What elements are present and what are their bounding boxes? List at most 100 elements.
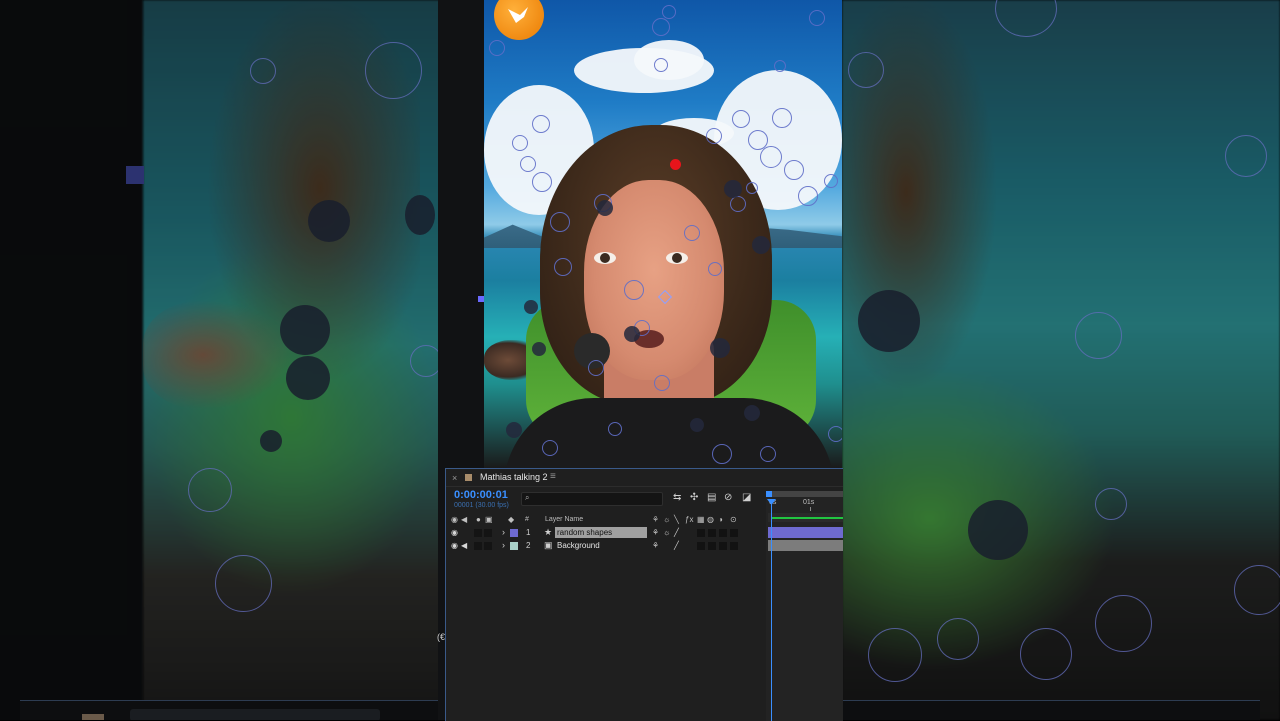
draft-3d-icon[interactable]: ✣: [690, 492, 698, 503]
shape-ring: [784, 160, 804, 180]
layer-duration-bar-random-shapes[interactable]: [768, 527, 843, 538]
frame-blend-switch-icon: ▦: [697, 515, 705, 524]
switch-cell[interactable]: [697, 542, 705, 550]
ruler-label-01s: 01s: [803, 499, 815, 506]
switch-cell[interactable]: [730, 542, 738, 550]
work-area-start-handle[interactable]: [766, 491, 772, 497]
clipped-panel-label: (€: [437, 632, 446, 642]
work-area-bar[interactable]: [766, 491, 843, 497]
switch-cell[interactable]: [708, 542, 716, 550]
shape-ring: [662, 5, 676, 19]
shape-ring: [798, 186, 818, 206]
composition-mini-flowchart-icon[interactable]: ⇆: [673, 492, 681, 503]
backdrop-ring: [848, 52, 884, 88]
playhead-line[interactable]: [771, 499, 772, 721]
label-tag-icon: ◆: [508, 515, 515, 524]
layer-name[interactable]: random shapes: [555, 527, 647, 538]
expand-chevron-icon[interactable]: ›: [502, 540, 505, 550]
motion-blur-icon[interactable]: ◪: [742, 492, 751, 503]
backdrop-ring: [1020, 628, 1072, 680]
switch-cell[interactable]: [719, 542, 727, 550]
quality-switch-icon[interactable]: ╱: [674, 528, 679, 537]
composition-viewer[interactable]: [484, 0, 842, 468]
shy-switch-icon[interactable]: ⚘: [652, 528, 659, 537]
hamburger-menu-icon[interactable]: ≡: [550, 471, 556, 482]
lock-toggle[interactable]: [484, 542, 492, 550]
eye-icon: ◉: [451, 515, 458, 524]
backdrop-dot: [858, 290, 920, 352]
backdrop-ring: [937, 618, 979, 660]
shape-dot: [724, 180, 742, 198]
shape-ring: [654, 58, 668, 72]
shape-dot: [532, 342, 546, 356]
expand-chevron-icon[interactable]: ›: [502, 527, 505, 537]
shape-dot: [597, 200, 613, 216]
shape-ring: [532, 172, 552, 192]
right-eye: [666, 252, 688, 264]
current-time-display[interactable]: 0:00:00:01: [454, 489, 508, 501]
shape-ring: [809, 10, 825, 26]
timeline-tab-bar: × Mathias talking 2 ≡: [446, 469, 843, 487]
shape-ring: [588, 360, 604, 376]
switch-cell[interactable]: [730, 529, 738, 537]
shape-ring: [760, 446, 776, 462]
footage-layer-icon: ▣: [544, 540, 553, 550]
backdrop-chip: [82, 714, 104, 720]
hide-shy-layers-icon[interactable]: ▤: [707, 492, 716, 503]
number-column-header: #: [525, 516, 529, 523]
shape-ring: [828, 426, 842, 442]
timeline-panel: × Mathias talking 2 ≡ 0:00:00:01 00001 (…: [445, 468, 843, 721]
layer-search-input[interactable]: ⌕: [521, 492, 663, 506]
star-shape-layer-icon: ★: [544, 527, 553, 537]
layer-label-color[interactable]: [510, 542, 518, 550]
effects-switch-icon: ƒx: [685, 515, 694, 524]
shape-ring: [772, 108, 792, 128]
layer-label-color[interactable]: [510, 529, 518, 537]
shape-ring: [542, 440, 558, 456]
red-dot-shape: [670, 159, 681, 170]
backdrop-square-marker: [126, 166, 144, 184]
cloud: [634, 40, 704, 80]
layer-row[interactable]: ◉ ◀ › 2 ▣ Background ⚘ ╱: [446, 540, 766, 552]
shape-dot: [524, 300, 538, 314]
shy-switch-icon[interactable]: ⚘: [652, 541, 659, 550]
tab-composition[interactable]: Mathias talking 2: [480, 472, 548, 482]
audio-speaker-icon[interactable]: ◀: [461, 541, 467, 550]
layer-duration-bar-background[interactable]: [768, 540, 843, 551]
layer-name[interactable]: Background: [555, 540, 602, 551]
shape-dot: [690, 418, 704, 432]
layer-row[interactable]: ◉ › 1 ★ random shapes ⚘ ☼ ╱: [446, 527, 766, 539]
quality-switch-icon: ╲: [674, 515, 679, 524]
black-shirt: [504, 398, 834, 468]
shape-ring: [732, 110, 750, 128]
close-icon[interactable]: ×: [452, 473, 457, 483]
collapse-switch-icon[interactable]: ☼: [663, 528, 670, 537]
shape-ring: [550, 212, 570, 232]
quality-switch-icon[interactable]: ╱: [674, 541, 679, 550]
shy-switch-icon: ⚘: [652, 515, 660, 524]
visibility-eye-icon[interactable]: ◉: [451, 541, 458, 550]
switch-cell[interactable]: [719, 529, 727, 537]
bird-logo-icon: [494, 0, 544, 40]
3d-layer-icon: ⊙: [730, 515, 737, 524]
solo-toggle[interactable]: [474, 542, 482, 550]
composition-color-chip: [465, 474, 472, 481]
switch-cell[interactable]: [708, 529, 716, 537]
frame-blending-icon[interactable]: ⊘: [724, 492, 732, 503]
solo-icon: ●: [476, 515, 481, 524]
backdrop-dot: [260, 430, 282, 452]
shape-dot: [744, 405, 760, 421]
backdrop-ring: [188, 468, 232, 512]
shape-dot: [506, 422, 522, 438]
backdrop-ring: [868, 628, 922, 682]
frame-rate-info: 00001 (30.00 fps): [454, 502, 509, 509]
visibility-eye-icon[interactable]: ◉: [451, 528, 458, 537]
layer-name-column-header[interactable]: Layer Name: [545, 516, 583, 523]
shape-ring: [706, 128, 722, 144]
cached-frames-indicator: [772, 517, 843, 519]
switch-cell[interactable]: [697, 529, 705, 537]
lock-toggle[interactable]: [484, 529, 492, 537]
backdrop-ghost-text: [130, 709, 380, 720]
solo-toggle[interactable]: [474, 529, 482, 537]
time-ruler-area[interactable]: 0s 01s: [766, 491, 843, 721]
